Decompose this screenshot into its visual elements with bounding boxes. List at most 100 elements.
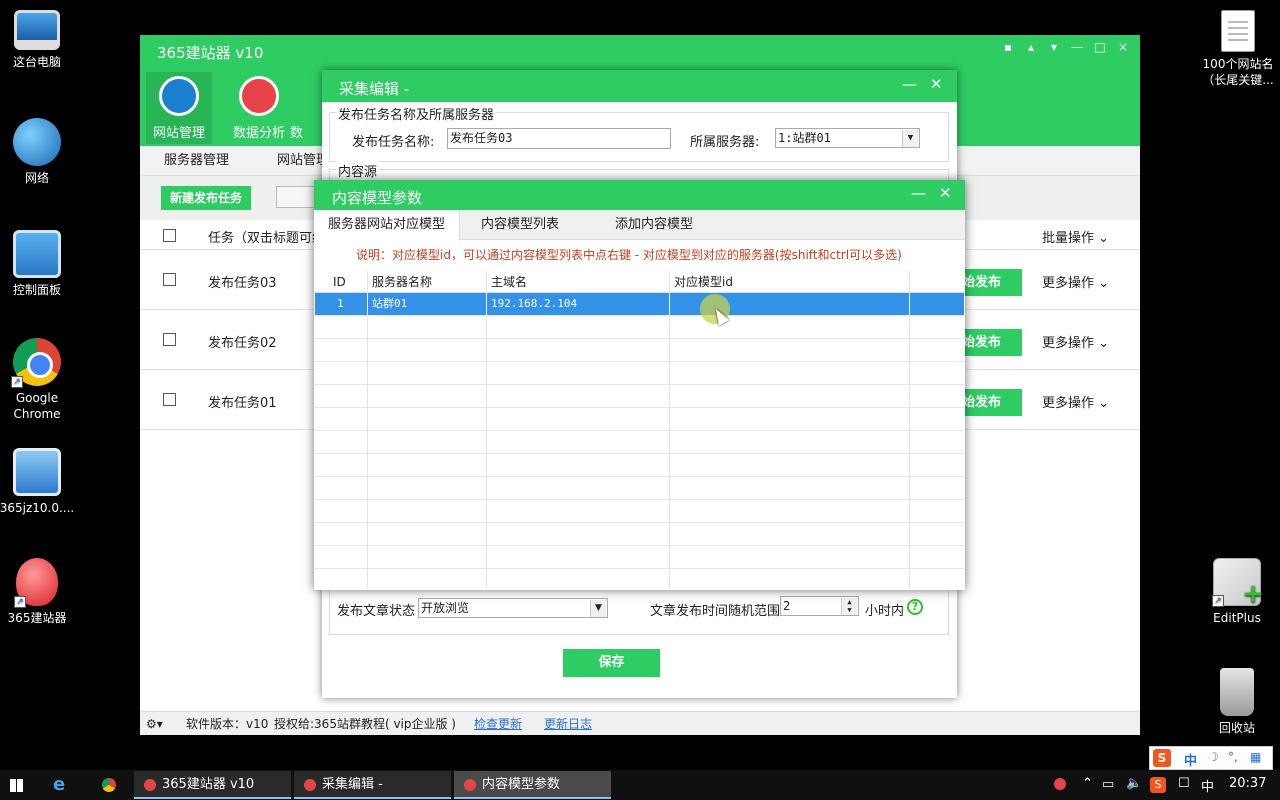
notification-icon[interactable]: ☐ — [1178, 776, 1190, 791]
desktop-icon-label: 回收站 — [1218, 721, 1255, 735]
server-select[interactable]: 1:站群01 ▼ — [775, 128, 920, 148]
col-domain[interactable]: 主域名 — [487, 271, 670, 292]
model-grid: ID 服务器名称 主域名 对应模型id 1 站群01 192.168.2.104 — [315, 271, 964, 589]
desktop-icon-chrome[interactable]: ↗ Google Chrome — [0, 338, 77, 422]
chevron-down-icon: ⌄ — [1098, 396, 1110, 411]
check-update-link[interactable]: 检查更新 — [474, 713, 522, 735]
desktop-icon-365jz-installer[interactable]: 365jz10.0.... — [0, 448, 77, 516]
table-row-empty — [315, 477, 964, 500]
close-button[interactable]: ✕ — [939, 184, 952, 202]
help-icon[interactable]: ? — [907, 599, 923, 615]
batch-operation-menu[interactable]: 批量操作 ⌄ — [1042, 227, 1109, 246]
row-checkbox[interactable] — [163, 393, 176, 406]
model-tabs: 服务器网站对应模型 内容模型列表 添加内容模型 — [314, 210, 965, 241]
spinner-arrows-icon[interactable]: ▲ ▼ — [841, 598, 857, 615]
task-name-input[interactable]: 发布任务03 — [447, 128, 671, 149]
time-range-spinner[interactable]: 2 ▲ ▼ — [780, 596, 859, 616]
table-row-empty — [315, 339, 964, 362]
more-operations-menu[interactable]: 更多操作 ⌄ — [1042, 332, 1109, 351]
more-op-label: 更多操作 — [1042, 336, 1095, 351]
tab-add-model[interactable]: 添加内容模型 — [601, 210, 707, 240]
row-checkbox[interactable] — [163, 273, 176, 286]
task-column-header: 任务（双击标题可编 — [208, 231, 326, 246]
minimize-button[interactable]: — — [1070, 40, 1084, 54]
desktop-icon-365jianzhanqi[interactable]: ↗ 365建站器 — [0, 558, 77, 626]
ime-toolbar[interactable]: S 中 ☽ °, ▦ — [1149, 746, 1273, 770]
article-status-label: 发布文章状态 — [337, 604, 416, 619]
maximize-button[interactable]: □ — [1093, 40, 1107, 54]
menu-icon[interactable]: ▾ — [1047, 40, 1061, 54]
taskbar-task-collect[interactable]: 采集编辑 - — [294, 771, 451, 799]
col-model-id[interactable]: 对应模型id — [670, 271, 910, 292]
tab-model-list[interactable]: 内容模型列表 — [467, 210, 573, 240]
time-unit-label: 小时内 — [865, 604, 905, 619]
nav-site-management[interactable]: 网站管理 — [146, 72, 212, 144]
desktop-icon-network[interactable]: 网络 — [0, 118, 77, 186]
tab-server-management[interactable]: 服务器管理 — [140, 146, 253, 175]
volume-muted-icon[interactable]: 🔈 — [1126, 776, 1142, 791]
col-server-name[interactable]: 服务器名称 — [368, 271, 487, 292]
taskbar-chrome[interactable] — [102, 778, 116, 792]
desktop-icon-recycle-bin[interactable]: 回收站 — [1197, 668, 1277, 736]
close-button[interactable]: × — [1116, 40, 1130, 54]
database-icon — [239, 76, 279, 116]
installer-icon — [13, 448, 61, 496]
sogou-tray-icon[interactable]: S — [1150, 777, 1166, 793]
taskbar-task-model[interactable]: 内容模型参数 — [454, 771, 611, 799]
keyboard-icon[interactable]: ▦ — [1250, 750, 1261, 764]
chevron-up-icon[interactable]: ⌃ — [1082, 776, 1093, 791]
article-status-value: 开放浏览 — [421, 601, 470, 615]
table-row-empty — [315, 316, 964, 339]
ime-tray-indicator[interactable]: 中 — [1201, 776, 1214, 795]
select-all-checkbox[interactable] — [163, 229, 176, 242]
tab-server-site-model[interactable]: 服务器网站对应模型 — [314, 210, 461, 241]
control-panel-icon — [13, 230, 61, 278]
settings-gear-icon[interactable]: ⚙▾ — [146, 713, 163, 735]
start-publish-button[interactable]: 始发布 — [960, 269, 1022, 296]
moon-icon[interactable]: ☽ — [1208, 750, 1219, 764]
taskbar-ie[interactable]: e — [53, 770, 65, 800]
minimize-button[interactable]: — — [911, 184, 926, 202]
start-publish-button[interactable]: 始发布 — [960, 329, 1022, 356]
table-row-empty — [315, 431, 964, 454]
more-operations-menu[interactable]: 更多操作 ⌄ — [1042, 272, 1109, 291]
taskbar-task-main[interactable]: 365建站器 v10 — [134, 771, 291, 799]
ie-icon: e — [53, 774, 66, 795]
recycle-bin-icon — [1220, 668, 1254, 716]
chevron-down-icon: ▼ — [902, 130, 918, 147]
changelog-link[interactable]: 更新日志 — [544, 713, 592, 735]
nav-partial[interactable]: 数 — [290, 72, 320, 144]
nav-data-analysis[interactable]: 数据分析 — [226, 72, 292, 144]
table-row[interactable]: 1 站群01 192.168.2.104 — [315, 293, 964, 316]
desktop-icon-control-panel[interactable]: 控制面板 — [0, 230, 77, 298]
desktop-icon-label: EditPlus — [1213, 611, 1261, 625]
start-publish-button[interactable]: 始发布 — [960, 389, 1022, 416]
task-title: 发布任务01 — [208, 396, 277, 411]
new-task-button[interactable]: 新建发布任务 — [161, 186, 252, 210]
desktop-icon-label: 365建站器 — [7, 611, 67, 625]
punctuation-icon[interactable]: °, — [1228, 750, 1238, 764]
server-label: 所属服务器: — [690, 135, 760, 150]
apple-tray-icon[interactable] — [1054, 778, 1066, 790]
monitor-icon — [159, 76, 199, 116]
more-operations-menu[interactable]: 更多操作 ⌄ — [1042, 392, 1109, 411]
network-tray-icon[interactable]: ▭ — [1102, 777, 1114, 792]
dialog-header: 内容模型参数 — ✕ — [314, 180, 965, 210]
desktop-icon-this-pc[interactable]: 这台电脑 — [0, 10, 77, 70]
feedback-icon[interactable]: ▪ — [1001, 40, 1015, 54]
desktop-icon-text-file[interactable]: 100个网站名（长尾关键... — [1198, 10, 1278, 88]
col-id[interactable]: ID — [315, 271, 368, 292]
task-title: 发布任务02 — [208, 336, 277, 351]
desktop-icon-label: 网络 — [24, 171, 49, 185]
article-status-select[interactable]: 开放浏览 ▼ — [418, 598, 608, 618]
close-button[interactable]: ✕ — [930, 75, 943, 93]
network-globe-icon — [13, 118, 61, 166]
skin-icon[interactable]: ▴ — [1024, 40, 1038, 54]
ime-mode[interactable]: 中 — [1184, 750, 1197, 769]
row-checkbox[interactable] — [163, 333, 176, 346]
save-button[interactable]: 保存 — [563, 649, 660, 677]
minimize-button[interactable]: — — [902, 75, 917, 93]
start-button[interactable] — [10, 770, 34, 800]
desktop-icon-editplus[interactable]: ↗ EditPlus — [1197, 558, 1277, 626]
clock[interactable]: 20:37 — [1229, 776, 1266, 791]
